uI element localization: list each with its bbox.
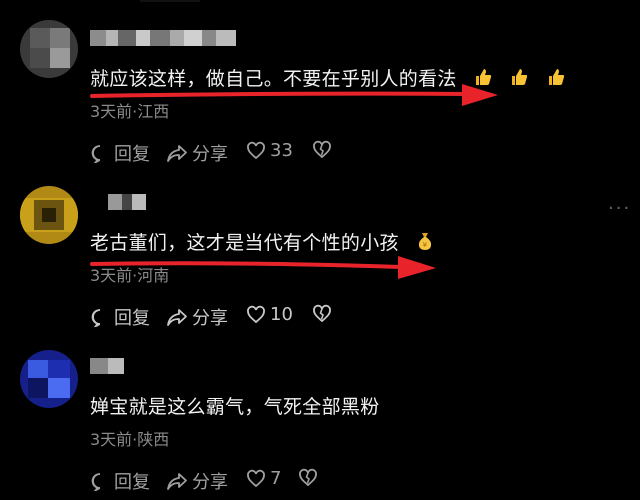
- red-arrow-1: [90, 84, 498, 106]
- annotation-arrows: [90, 84, 498, 279]
- red-arrow-2: [90, 256, 436, 279]
